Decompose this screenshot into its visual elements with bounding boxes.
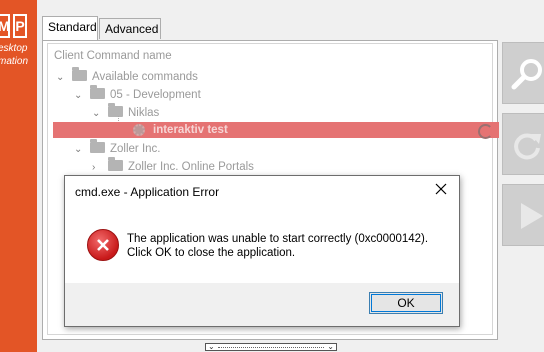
chevron-down-icon[interactable]: ⌄ <box>56 69 66 87</box>
chevron-down-icon: ⌄ <box>327 343 334 351</box>
run-button[interactable] <box>502 184 544 246</box>
tree-node-zoller-online-portals[interactable]: › Zoller Inc. Online Portals <box>92 157 254 176</box>
chevron-down-icon[interactable]: ⌄ <box>92 105 102 123</box>
ok-button[interactable]: OK <box>369 292 443 314</box>
tab-advanced[interactable]: Advanced <box>99 18 161 39</box>
tree-node-label: interaktiv test <box>153 124 228 136</box>
folder-icon <box>90 139 105 153</box>
tree-node-interaktiv-test[interactable]: interaktiv test <box>53 122 499 139</box>
tree-node-label: 05 - Development <box>110 89 201 101</box>
folder-icon <box>72 67 87 81</box>
command-gear-icon <box>133 124 145 136</box>
chevron-down-icon[interactable]: ⌄ <box>74 141 84 159</box>
dialog-message: Click OK to close the application. <box>127 247 296 259</box>
tree-node-05-development[interactable]: ⌄ 05 - Development <box>74 85 201 105</box>
chevron-down-icon: ⌄ <box>208 343 215 351</box>
splitter-handle[interactable]: ⌄ ⌄ <box>205 343 337 351</box>
search-button[interactable] <box>502 42 544 104</box>
search-icon <box>511 59 542 90</box>
brand-strip: M P esktop mation <box>0 0 37 352</box>
chevron-down-icon[interactable]: ⌄ <box>74 87 84 105</box>
dialog-title: cmd.exe - Application Error <box>75 185 220 199</box>
tree-node-label: Zoller Inc. Online Portals <box>128 161 254 173</box>
tree-node-label: Zoller Inc. <box>110 143 161 155</box>
tree-node-label: Available commands <box>92 71 198 83</box>
tab-standard[interactable]: Standard <box>42 16 98 40</box>
dialog-footer: OK <box>65 283 459 326</box>
refresh-button[interactable] <box>502 113 544 175</box>
dialog-message: The application was unable to start corr… <box>127 233 429 245</box>
tree-node-label: Niklas <box>128 107 160 119</box>
brand-logo-letter: P <box>13 14 27 38</box>
brand-text: mation <box>0 56 29 67</box>
error-icon <box>87 229 119 261</box>
close-icon[interactable] <box>433 181 449 197</box>
brand-text: esktop <box>0 43 28 54</box>
brand-logo-letter: M <box>0 14 10 38</box>
folder-icon <box>90 85 105 99</box>
play-icon <box>521 203 543 229</box>
refresh-icon <box>514 133 541 160</box>
folder-icon <box>108 157 123 171</box>
error-dialog: cmd.exe - Application Error The applicat… <box>64 175 460 327</box>
tree-column-header: Client Command name <box>54 50 172 62</box>
loading-icon <box>478 124 493 139</box>
splitter-dots <box>218 347 324 348</box>
tree-node-available-commands[interactable]: ⌄ Available commands <box>56 67 198 87</box>
tree-node-zoller-inc[interactable]: ⌄ Zoller Inc. <box>74 139 161 159</box>
